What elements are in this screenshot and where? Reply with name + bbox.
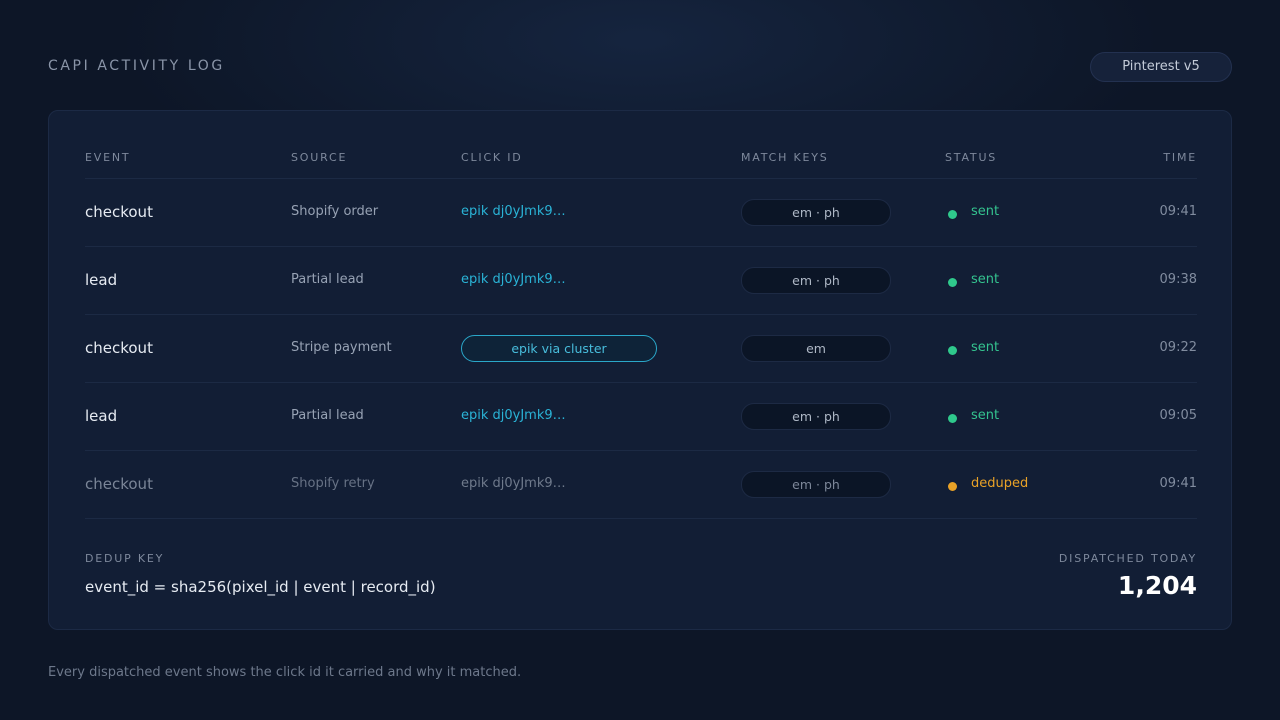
dispatched-today-count: 1,204 xyxy=(1117,571,1197,600)
row-click-id[interactable]: epik dj0yJmk9… xyxy=(461,272,566,287)
table-row[interactable]: checkout Stripe payment epik via cluster… xyxy=(49,315,1231,383)
capi-activity-page: CAPI ACTIVITY LOG Pinterest v5 EVENT SOU… xyxy=(0,0,1280,720)
row-source: Stripe payment xyxy=(291,340,392,355)
row-status: deduped xyxy=(971,476,1029,491)
row-event: lead xyxy=(85,407,118,425)
row-match-keys-pill: em · ph xyxy=(741,267,891,294)
row-time: 09:05 xyxy=(1159,408,1197,423)
row-source: Shopify retry xyxy=(291,476,375,491)
row-source: Partial lead xyxy=(291,408,364,423)
row-event: lead xyxy=(85,271,118,289)
status-dot-icon xyxy=(948,482,957,491)
page-title: CAPI ACTIVITY LOG xyxy=(48,58,225,74)
status-dot-icon xyxy=(948,346,957,355)
row-source: Partial lead xyxy=(291,272,364,287)
row-click-id[interactable]: epik dj0yJmk9… xyxy=(461,204,566,219)
row-match-keys-pill: em · ph xyxy=(741,199,891,226)
column-header-time: TIME xyxy=(1163,151,1197,164)
dispatched-today-label: DISPATCHED TODAY xyxy=(1058,552,1197,565)
column-header-status: STATUS xyxy=(945,151,998,164)
dedup-key-label: DEDUP KEY xyxy=(85,552,165,565)
status-dot-icon xyxy=(948,210,957,219)
row-status: sent xyxy=(971,204,1000,219)
status-dot-icon xyxy=(948,414,957,423)
row-click-id[interactable]: epik dj0yJmk9… xyxy=(461,476,566,491)
table-row[interactable]: lead Partial lead epik dj0yJmk9… em · ph… xyxy=(49,247,1231,315)
column-header-source: SOURCE xyxy=(291,151,348,164)
row-event: checkout xyxy=(85,203,153,221)
footer-note: Every dispatched event shows the click i… xyxy=(48,665,522,680)
row-click-id[interactable]: epik dj0yJmk9… xyxy=(461,408,566,423)
row-match-keys-pill: em · ph xyxy=(741,403,891,430)
table-row-deduped[interactable]: checkout Shopify retry epik dj0yJmk9… em… xyxy=(49,451,1231,519)
row-event: checkout xyxy=(85,339,153,357)
column-header-event: EVENT xyxy=(85,151,131,164)
table-row[interactable]: checkout Shopify order epik dj0yJmk9… em… xyxy=(49,179,1231,247)
status-dot-icon xyxy=(948,278,957,287)
row-time: 09:41 xyxy=(1159,476,1197,491)
row-status: sent xyxy=(971,272,1000,287)
row-match-keys-pill: em · ph xyxy=(741,471,891,498)
table-row[interactable]: lead Partial lead epik dj0yJmk9… em · ph… xyxy=(49,383,1231,451)
column-header-match-keys: MATCH KEYS xyxy=(741,151,829,164)
row-time: 09:41 xyxy=(1159,204,1197,219)
row-event: checkout xyxy=(85,475,153,493)
row-status: sent xyxy=(971,408,1000,423)
row-divider xyxy=(85,518,1197,519)
dedup-key-formula: event_id = sha256(pixel_id | event | rec… xyxy=(85,578,436,596)
row-source: Shopify order xyxy=(291,204,379,219)
row-status: sent xyxy=(971,340,1000,355)
row-click-id-cluster-pill[interactable]: epik via cluster xyxy=(461,335,657,362)
row-match-keys-pill: em xyxy=(741,335,891,362)
activity-log-card: EVENT SOURCE CLICK ID MATCH KEYS STATUS … xyxy=(48,110,1232,630)
platform-badge[interactable]: Pinterest v5 xyxy=(1090,52,1232,82)
row-time: 09:22 xyxy=(1159,340,1197,355)
row-time: 09:38 xyxy=(1159,272,1197,287)
column-header-click-id: CLICK ID xyxy=(461,151,523,164)
